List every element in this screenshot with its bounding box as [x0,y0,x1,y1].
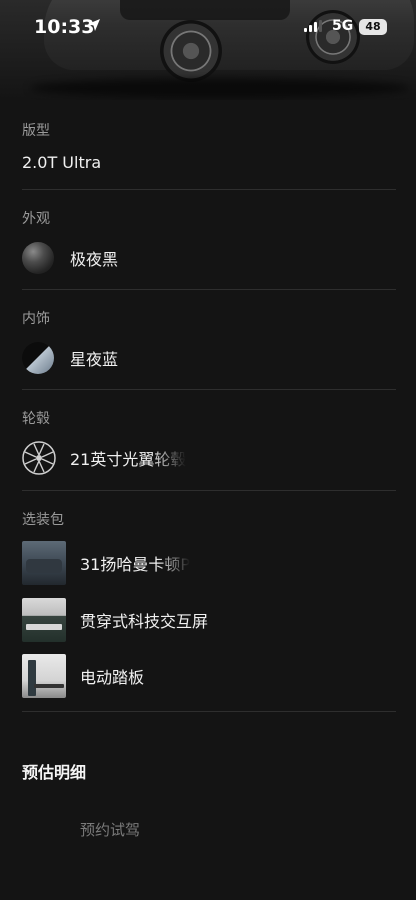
package-item[interactable]: 电动踏板 [22,654,396,698]
divider [22,490,396,491]
wheels-value: 21英寸光翼轮毂 [70,450,187,469]
package-thumbnail [22,541,66,585]
exterior-color-swatch [22,242,54,274]
package-thumbnail [22,654,66,698]
divider [22,711,396,712]
version-value: 2.0T Ultra [22,153,102,172]
version-label: 版型 [22,123,50,139]
divider [22,189,396,190]
cellular-signal-icon [304,20,322,32]
wheels-option[interactable]: 21英寸光翼轮毂 [22,441,396,475]
status-bar: 10:33 5G 48 [0,0,416,56]
wheels-label: 轮毂 [22,411,50,427]
exterior-label: 外观 [22,211,50,227]
battery-icon: 48 [359,19,387,35]
exterior-value: 极夜黑 [70,250,119,269]
version-value-row[interactable]: 2.0T Ultra [22,153,396,172]
interior-option[interactable]: 星夜蓝 [22,342,396,374]
estimate-title: 预估明细 [22,763,87,782]
network-type: 5G [332,18,354,34]
package-item[interactable]: 31扬哈曼卡顿P [22,541,396,585]
divider [22,289,396,290]
package-thumbnail [22,598,66,642]
location-arrow-icon [88,19,100,31]
package-label: 电动踏板 [80,668,145,687]
divider [22,389,396,390]
interior-color-swatch [22,342,54,374]
version-section: 版型 [22,120,396,140]
interior-label: 内饰 [22,311,50,327]
package-label: 贯穿式科技交互屏 [80,612,209,631]
exterior-section: 外观 [22,208,396,228]
package-item[interactable]: 贯穿式科技交互屏 [22,598,396,642]
packages-label: 选装包 [22,512,64,528]
packages-section: 选装包 [22,509,396,529]
interior-section: 内饰 [22,308,396,328]
estimate-section: 预估明细 [22,759,396,783]
test-drive-button[interactable]: 预约试驾 [80,819,140,840]
interior-value: 星夜蓝 [70,350,119,369]
status-time: 10:33 [34,16,95,38]
package-label: 31扬哈曼卡顿P [80,555,191,574]
car-shadow [30,78,410,98]
exterior-option[interactable]: 极夜黑 [22,242,396,274]
wheels-section: 轮毂 [22,408,396,428]
wheel-rim-icon [22,441,56,475]
